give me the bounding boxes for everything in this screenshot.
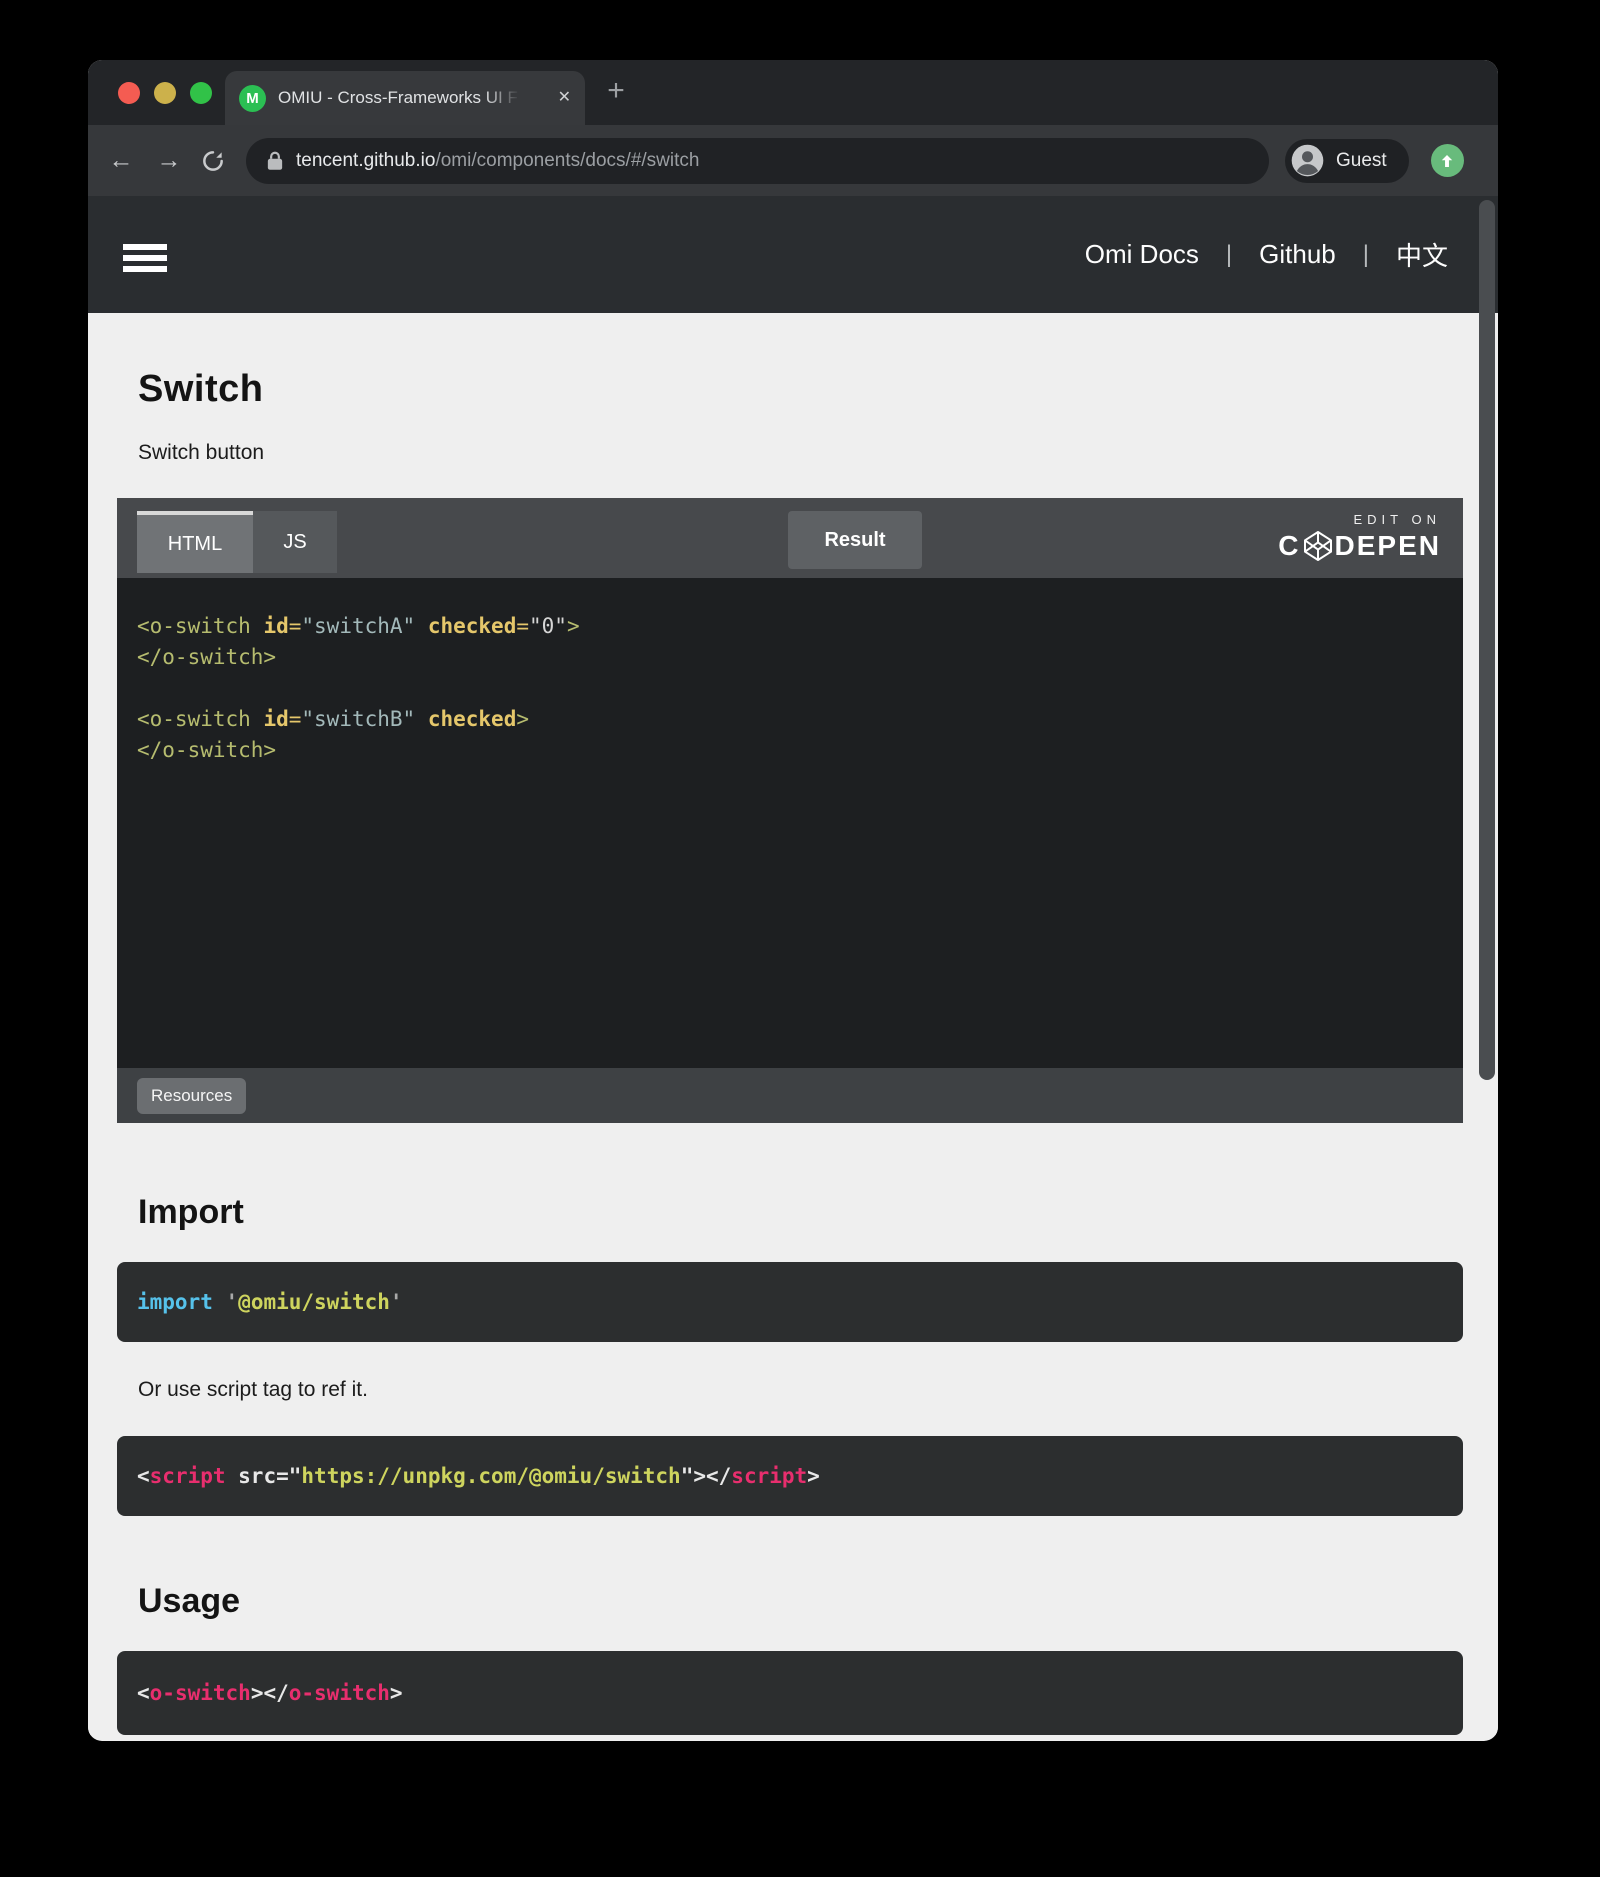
usage-code-block: <o-switch></o-switch> xyxy=(117,1651,1463,1735)
codepen-embed-footer: Resources xyxy=(117,1068,1463,1123)
profile-button[interactable]: Guest xyxy=(1285,139,1409,183)
html-code-editor[interactable]: <o-switch id="switchA" checked="0"></o-s… xyxy=(117,578,1463,1068)
nav-separator: | xyxy=(1363,241,1369,269)
import-code-block: import '@omiu/switch' xyxy=(117,1262,1463,1342)
omi-favicon-icon: M xyxy=(239,85,266,112)
zoom-window-button[interactable] xyxy=(190,82,212,104)
result-button[interactable]: Result xyxy=(788,511,922,569)
avatar-icon xyxy=(1291,144,1324,177)
tab-close-icon[interactable]: ✕ xyxy=(558,90,571,106)
page-subtitle: Switch button xyxy=(117,411,1463,465)
codepen-embed: HTML JS Result EDIT ON C xyxy=(117,498,1463,1123)
codepen-logo-icon xyxy=(1303,530,1333,562)
url-host: tencent.github.io xyxy=(296,150,435,171)
back-button[interactable]: ← xyxy=(106,146,136,175)
script-note: Or use script tag to ref it. xyxy=(117,1342,1463,1402)
url-text: tencent.github.io/omi/components/docs/#/… xyxy=(296,150,699,172)
edit-on-label: EDIT ON xyxy=(1354,512,1442,527)
minimize-window-button[interactable] xyxy=(154,82,176,104)
reload-button[interactable] xyxy=(200,148,226,174)
browser-window: M OMIU - Cross-Frameworks UI F ✕ + ← → t… xyxy=(88,60,1498,1741)
menu-button[interactable] xyxy=(123,244,167,272)
url-path: /omi/components/docs/#/switch xyxy=(435,150,699,171)
traffic-lights xyxy=(118,82,212,104)
scrollbar-thumb[interactable] xyxy=(1479,200,1495,1080)
doc-content: Switch Switch button HTML JS Result EDIT… xyxy=(88,313,1498,1735)
profile-name: Guest xyxy=(1336,150,1387,172)
forward-button[interactable]: → xyxy=(154,146,184,175)
resources-button[interactable]: Resources xyxy=(137,1078,246,1114)
close-window-button[interactable] xyxy=(118,82,140,104)
nav-separator: | xyxy=(1226,241,1232,269)
codepen-wordmark: C DEPEN xyxy=(1278,530,1441,562)
update-extension-button[interactable] xyxy=(1431,144,1464,177)
browser-toolbar: ← → tencent.github.io/omi/components/doc… xyxy=(88,125,1498,196)
reload-icon xyxy=(200,148,226,174)
codepen-tabs: HTML JS xyxy=(137,511,337,573)
arrow-up-icon xyxy=(1438,152,1456,170)
tab-html[interactable]: HTML xyxy=(137,511,253,573)
import-heading: Import xyxy=(117,1123,1463,1232)
site-header: Omi Docs | Github | 中文 xyxy=(88,196,1498,313)
lock-icon xyxy=(266,150,284,172)
tab-title: OMIU - Cross-Frameworks UI F xyxy=(278,88,520,108)
page-title: Switch xyxy=(117,313,1463,411)
browser-tab[interactable]: M OMIU - Cross-Frameworks UI F ✕ xyxy=(225,71,585,125)
nav-link-chinese[interactable]: 中文 xyxy=(1396,236,1448,273)
hamburger-icon xyxy=(123,244,167,250)
usage-heading: Usage xyxy=(117,1516,1463,1621)
script-code-block: <script src="https://unpkg.com/@omiu/swi… xyxy=(117,1436,1463,1516)
nav-link-omi-docs[interactable]: Omi Docs xyxy=(1085,239,1199,270)
browser-tab-strip: M OMIU - Cross-Frameworks UI F ✕ + xyxy=(88,60,1498,125)
nav-link-github[interactable]: Github xyxy=(1259,239,1336,270)
edit-on-codepen-link[interactable]: EDIT ON C DEPEN xyxy=(1278,512,1441,562)
site-nav: Omi Docs | Github | 中文 xyxy=(1085,196,1448,313)
address-bar[interactable]: tencent.github.io/omi/components/docs/#/… xyxy=(246,138,1269,184)
new-tab-button[interactable]: + xyxy=(600,76,632,108)
codepen-embed-header: HTML JS Result EDIT ON C xyxy=(117,498,1463,578)
tab-js[interactable]: JS xyxy=(253,511,337,573)
